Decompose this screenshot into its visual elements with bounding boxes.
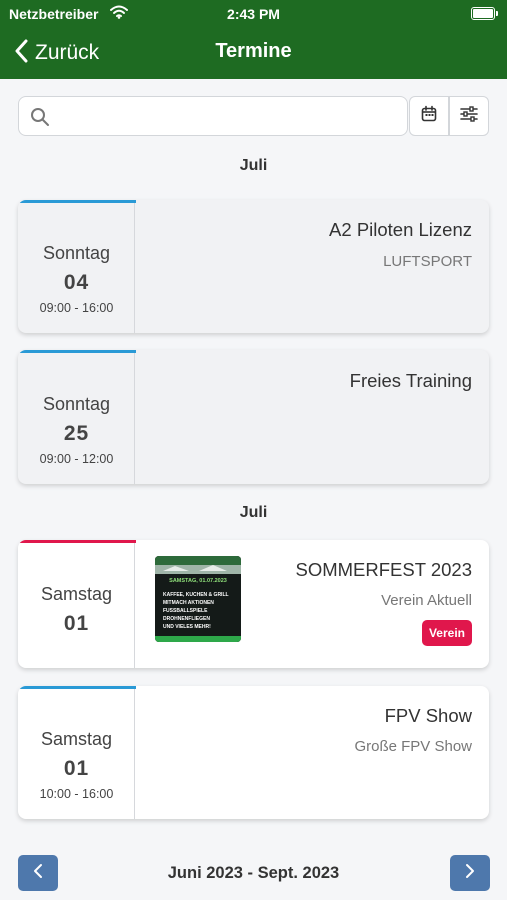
- event-weekday: Sonntag: [42, 243, 111, 263]
- sliders-icon: [459, 105, 479, 128]
- event-time: 09:00 - 16:00: [39, 301, 114, 315]
- event-date-box: Sonntag 25 09:00 - 12:00: [18, 350, 135, 484]
- date-range-label: Juni 2023 - Sept. 2023: [167, 864, 340, 882]
- month-heading: Juli: [239, 157, 268, 174]
- event-weekday: Samstag: [40, 584, 113, 604]
- date-range-pager: Juni 2023 - Sept. 2023: [0, 855, 507, 891]
- event-card[interactable]: Samstag 01 10:00 - 16:00 FPV Show Große …: [18, 686, 489, 819]
- battery-icon: [471, 7, 498, 20]
- status-bar: Netzbetreiber 2:43 PM: [0, 0, 507, 28]
- event-card[interactable]: Samstag 01 SAMSTAG, 01.07.2023 KAFFEE, K…: [18, 540, 489, 668]
- event-day: 01: [63, 612, 90, 635]
- event-card[interactable]: Sonntag 25 09:00 - 12:00 Freies Training: [18, 350, 489, 484]
- search-icon: [30, 107, 50, 132]
- event-day: 04: [63, 271, 90, 294]
- event-subtitle: Verein Aktuell: [381, 592, 472, 609]
- calendar-icon: [420, 105, 438, 128]
- event-time: 09:00 - 12:00: [39, 452, 114, 466]
- next-range-button[interactable]: [450, 855, 490, 891]
- flyer-text-line: KAFFEE, KUCHEN & GRILL: [163, 592, 229, 598]
- event-day: 25: [63, 422, 90, 445]
- event-accent-bar: [18, 686, 136, 689]
- event-date-box: Samstag 01: [18, 540, 135, 668]
- event-flyer-image: SAMSTAG, 01.07.2023 KAFFEE, KUCHEN & GRI…: [155, 556, 241, 642]
- page-title: Termine: [215, 40, 292, 62]
- event-time: 10:00 - 16:00: [39, 787, 114, 801]
- flyer-text-line: MITMACH AKTIONEN: [163, 600, 214, 606]
- event-accent-bar: [18, 350, 136, 353]
- nav-header: Netzbetreiber 2:43 PM Zurück Termine: [0, 0, 507, 79]
- chevron-right-icon: [465, 863, 475, 884]
- month-heading: Juli: [239, 504, 268, 521]
- calendar-button[interactable]: [409, 96, 449, 136]
- flyer-header-text: SAMSTAG, 01.07.2023: [169, 578, 227, 584]
- category-badge: Verein: [421, 620, 472, 646]
- event-weekday: Samstag: [40, 729, 113, 749]
- event-date-box: Samstag 01 10:00 - 16:00: [18, 686, 135, 819]
- event-weekday: Sonntag: [42, 394, 111, 414]
- filter-button[interactable]: [449, 96, 489, 136]
- search-field[interactable]: [18, 96, 408, 136]
- event-date-box: Sonntag 04 09:00 - 16:00: [18, 200, 135, 333]
- event-title: FPV Show: [384, 705, 472, 726]
- status-time: 2:43 PM: [227, 6, 280, 22]
- event-title: A2 Piloten Lizenz: [329, 219, 472, 240]
- event-subtitle: LUFTSPORT: [383, 253, 472, 270]
- event-subtitle: Große FPV Show: [354, 738, 472, 755]
- event-day: 01: [63, 757, 90, 780]
- flyer-text-line: DROHNENFLIEGEN: [163, 616, 210, 622]
- event-title: Freies Training: [349, 370, 472, 391]
- event-accent-bar: [18, 540, 136, 543]
- event-title: SOMMERFEST 2023: [295, 559, 473, 580]
- event-accent-bar: [18, 200, 136, 203]
- search-input[interactable]: [59, 103, 403, 131]
- event-card[interactable]: Sonntag 04 09:00 - 16:00 A2 Piloten Lize…: [18, 200, 489, 333]
- flyer-text-line: FUSSBALLSPIELE: [163, 608, 208, 614]
- flyer-text-line: UND VIELES MEHR!: [163, 624, 211, 630]
